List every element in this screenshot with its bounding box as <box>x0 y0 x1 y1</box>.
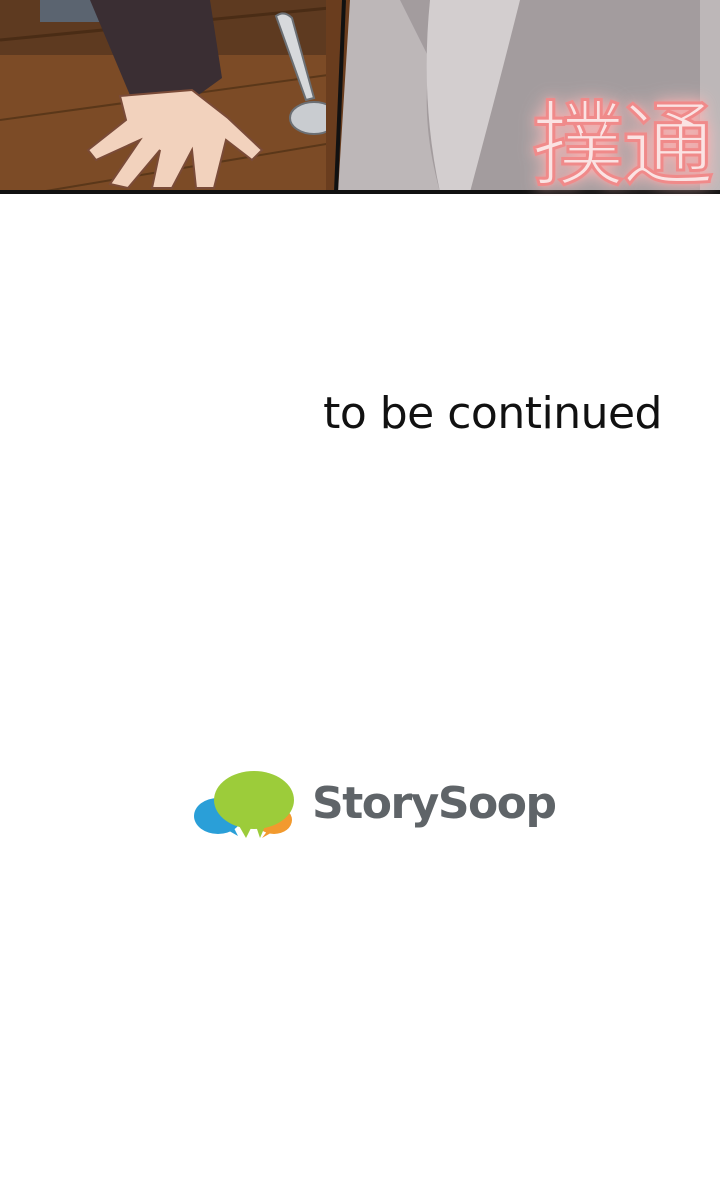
publisher-name: StorySoop <box>312 777 557 829</box>
speech-bubbles-logo-icon <box>194 771 294 838</box>
sound-effect-text: 撲通 <box>530 92 715 196</box>
publisher-logo: StorySoop <box>194 770 557 840</box>
comic-panel: 撲通 <box>0 0 720 196</box>
to-be-continued-caption: to be continued <box>323 388 662 439</box>
